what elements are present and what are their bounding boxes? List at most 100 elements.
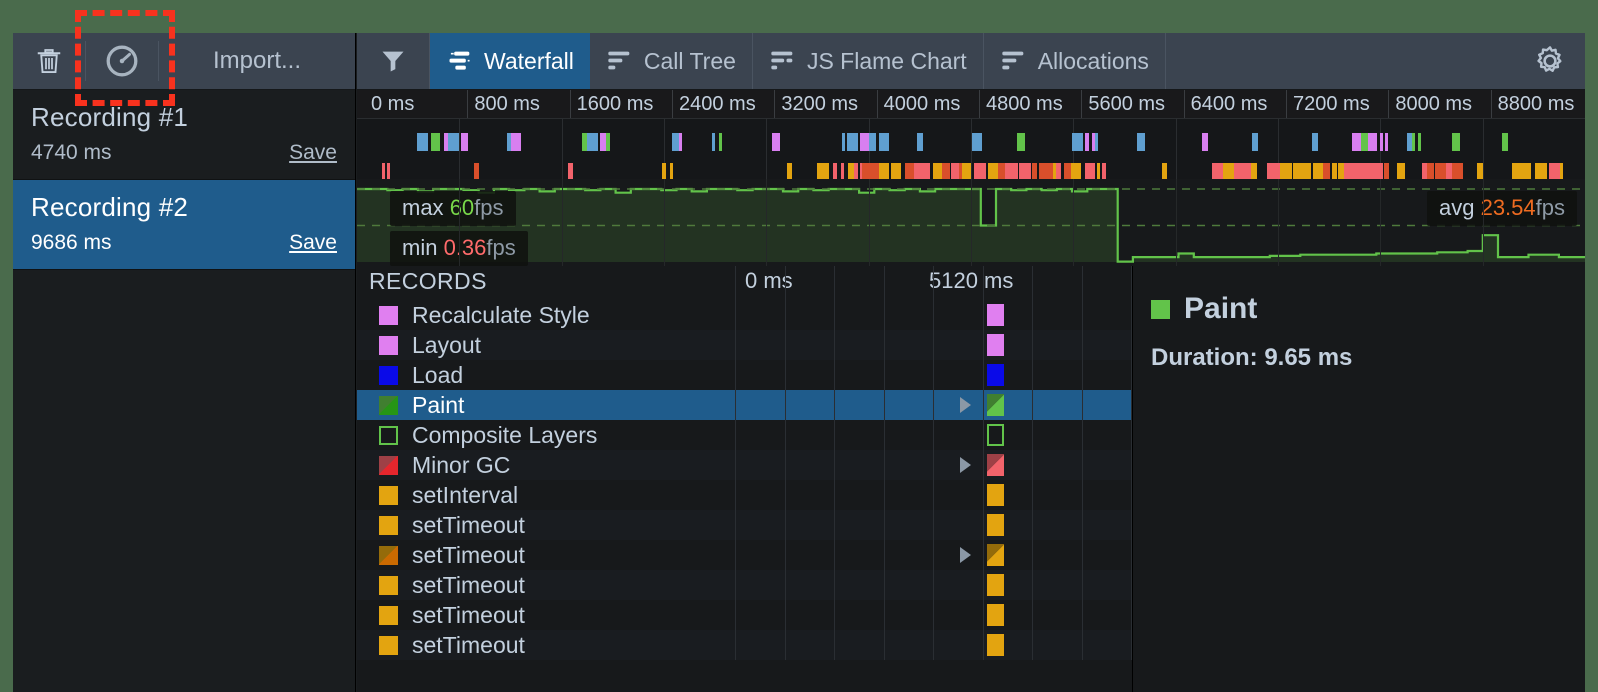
- record-gridline: [834, 390, 835, 420]
- record-event-bar[interactable]: [987, 364, 1005, 386]
- fps-graph[interactable]: max 60fps min 0.36fps avg 23.54fps: [357, 179, 1585, 266]
- record-event-bar[interactable]: [987, 454, 1005, 476]
- tab-label: Allocations: [1037, 47, 1149, 74]
- record-gridline: [735, 510, 736, 540]
- record-color-swatch: [379, 425, 398, 445]
- record-gridline: [784, 390, 786, 420]
- record-gridline: [933, 330, 934, 360]
- tab-label: Waterfall: [484, 47, 574, 74]
- recording-item-2[interactable]: Recording #2 9686 ms Save: [13, 180, 355, 270]
- overview-event-bar: [1032, 163, 1037, 179]
- record-row[interactable]: setTimeout: [357, 540, 1132, 570]
- record-row-label: setTimeout: [412, 571, 525, 598]
- overview-event-bar: [1458, 163, 1463, 179]
- record-gridline: [834, 600, 835, 630]
- records-list[interactable]: RECORDS 0 ms 5120 ms Recalculate Style La…: [357, 266, 1133, 692]
- record-gridline: [1081, 570, 1083, 600]
- overview-event-bar: [833, 163, 837, 179]
- record-event-bar[interactable]: [987, 334, 1005, 356]
- record-event-bar[interactable]: [987, 544, 1005, 566]
- record-event-bar[interactable]: [987, 484, 1005, 506]
- filter-button[interactable]: [357, 33, 430, 89]
- overview-event-bar: [1267, 163, 1280, 179]
- record-gridline: [1081, 330, 1083, 360]
- record-event-bar[interactable]: [987, 394, 1005, 416]
- record-gridline: [735, 450, 736, 480]
- recording-save-link[interactable]: Save: [289, 141, 337, 165]
- record-row[interactable]: Recalculate Style: [357, 300, 1132, 330]
- record-gridline: [735, 420, 736, 450]
- recording-item-1[interactable]: Recording #1 4740 ms Save: [13, 90, 355, 180]
- record-gridline: [834, 510, 835, 540]
- record-gridline: [784, 450, 786, 480]
- fps-gridline: [868, 179, 870, 266]
- fps-gridline: [1278, 179, 1279, 266]
- details-color-swatch: [1151, 299, 1170, 319]
- expand-triangle-icon[interactable]: [960, 457, 972, 473]
- record-event-bar[interactable]: [987, 634, 1005, 656]
- overview-event-bar: [841, 163, 844, 179]
- overview-event-bar: [1241, 163, 1251, 179]
- timeline-overview[interactable]: [357, 119, 1585, 179]
- expand-triangle-icon[interactable]: [960, 397, 972, 413]
- overview-event-bar: [860, 133, 869, 151]
- record-gridline: [1081, 540, 1083, 570]
- record-row[interactable]: Minor GC: [357, 450, 1132, 480]
- ruler-tick: 2400 ms: [672, 90, 756, 118]
- record-event-bar[interactable]: [987, 604, 1005, 626]
- record-row-label: setTimeout: [412, 541, 525, 568]
- record-row-label: setTimeout: [412, 601, 525, 628]
- settings-button[interactable]: [1515, 33, 1585, 89]
- record-gridline: [883, 330, 885, 360]
- record-button[interactable]: [86, 33, 158, 89]
- overview-event-bar: [431, 133, 440, 151]
- record-row[interactable]: setTimeout: [357, 570, 1132, 600]
- import-button[interactable]: Import...: [159, 33, 355, 89]
- flame-chart-icon: [771, 51, 793, 70]
- record-row[interactable]: Load: [357, 360, 1132, 390]
- record-gridline: [1081, 480, 1083, 510]
- overview-gridline: [561, 119, 563, 179]
- expand-triangle-icon[interactable]: [960, 547, 972, 563]
- record-gridline: [1081, 510, 1083, 540]
- tab-allocations[interactable]: Allocations: [984, 33, 1166, 89]
- record-gridline: [1032, 630, 1033, 660]
- overview-event-bar: [670, 163, 673, 179]
- record-row[interactable]: Layout: [357, 330, 1132, 360]
- overview-event-bar: [1368, 133, 1377, 151]
- record-event-bar[interactable]: [987, 304, 1005, 326]
- fps-avg-value: 23.54: [1480, 195, 1536, 220]
- record-row[interactable]: setTimeout: [357, 600, 1132, 630]
- tab-call-tree[interactable]: Call Tree: [590, 33, 753, 89]
- records-header-gridline: [1032, 266, 1033, 300]
- record-row[interactable]: setTimeout: [357, 630, 1132, 660]
- recording-save-link[interactable]: Save: [289, 231, 337, 255]
- clear-button[interactable]: [13, 33, 85, 89]
- record-event-bar[interactable]: [987, 424, 1005, 446]
- record-event-bar[interactable]: [987, 514, 1005, 536]
- record-gridline: [1081, 300, 1083, 330]
- overview-event-bar: [511, 133, 521, 151]
- records-header-gridline: [1081, 266, 1083, 300]
- record-color-swatch: [379, 575, 398, 595]
- ruler-tick: 3200 ms: [774, 90, 858, 118]
- record-row[interactable]: Composite Layers: [357, 420, 1132, 450]
- record-gridline: [834, 330, 835, 360]
- record-gridline: [1131, 480, 1132, 510]
- overview-event-bar: [1418, 133, 1421, 151]
- record-row[interactable]: setTimeout: [357, 510, 1132, 540]
- fps-avg-chip: avg 23.54fps: [1426, 191, 1577, 226]
- tab-js-flame-chart[interactable]: JS Flame Chart: [753, 33, 984, 89]
- record-event-bar[interactable]: [987, 574, 1005, 596]
- record-gridline: [982, 630, 984, 660]
- details-panel: Paint Duration: 9.65 ms: [1133, 266, 1585, 692]
- ruler-tick: 4000 ms: [876, 90, 960, 118]
- timeline-ruler[interactable]: 0 ms 800 ms 1600 ms 2400 ms 3200 ms 4000 ms 48…: [357, 90, 1585, 119]
- overview-event-bar: [962, 163, 971, 179]
- record-row[interactable]: Paint: [357, 390, 1132, 420]
- record-row[interactable]: setInterval: [357, 480, 1132, 510]
- record-gridline: [883, 510, 885, 540]
- record-row-label: Paint: [412, 391, 465, 418]
- fps-min-label: min: [402, 235, 438, 260]
- tab-waterfall[interactable]: Waterfall: [430, 33, 590, 89]
